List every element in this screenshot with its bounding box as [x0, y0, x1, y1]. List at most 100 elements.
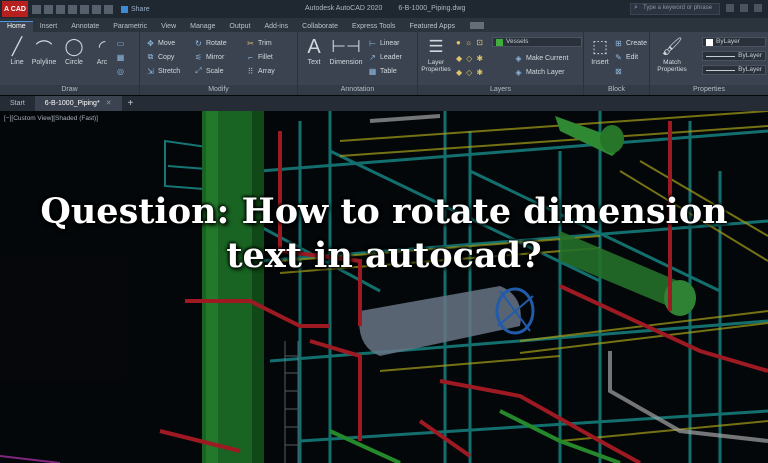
window-title: Autodesk AutoCAD 2020 6-B-1000_Piping.dw… [305, 5, 465, 12]
layer-state-icons: ● ☼ ⊡ [456, 38, 483, 47]
ribbon-toggle-button[interactable] [469, 22, 484, 29]
layer-off-icon[interactable]: ◆ [456, 54, 462, 63]
layer-unisolate-icon[interactable]: ◇ [466, 68, 472, 77]
lightbulb-icon[interactable]: ● [456, 38, 461, 47]
rotate-tool[interactable]: ↻ Rotate [194, 37, 226, 49]
unlock-icon[interactable]: ⊡ [476, 38, 483, 47]
tab-home[interactable]: Home [0, 21, 33, 32]
arc-icon: ◜ [98, 37, 106, 56]
layer-lock-icon[interactable]: ◆ [456, 68, 462, 77]
edit-block-icon: ✎ [615, 52, 622, 62]
open-file-icon[interactable] [44, 4, 53, 14]
paintbrush-icon: 🖌 [661, 37, 683, 56]
document-tabs: Start 6-B-1000_Piping* ✕ + [0, 96, 768, 111]
text-tool[interactable]: A Text [299, 36, 329, 67]
mirror-tool[interactable]: ⚟ Mirror [194, 51, 224, 63]
tab-featured-apps[interactable]: Featured Apps [402, 23, 462, 32]
layer-properties-tool[interactable]: ☰ Layer Properties [420, 36, 452, 73]
stretch-tool[interactable]: ⇲ Stretch [146, 65, 180, 77]
fillet-tool[interactable]: ⌐ Fillet [246, 51, 273, 63]
dimension-tool[interactable]: ⊢⊣ Dimension [328, 36, 364, 66]
layers-panel-title[interactable]: Layers [418, 85, 583, 95]
match-layer-button[interactable]: ◈ Match Layer [514, 66, 564, 78]
make-current-button[interactable]: ◈ Make Current [514, 52, 568, 64]
move-tool[interactable]: ✥ Move [146, 37, 175, 49]
tab-insert[interactable]: Insert [33, 23, 65, 32]
linear-dimension-tool[interactable]: ⊢ Linear [368, 37, 399, 49]
tab-add-ins[interactable]: Add-ins [257, 23, 295, 32]
modify-panel-title[interactable]: Modify [140, 85, 297, 95]
share-button[interactable]: Share [121, 5, 150, 13]
new-tab-button[interactable]: + [128, 98, 134, 109]
new-file-icon[interactable] [32, 4, 41, 14]
layer-tool-icons-row2: ◆ ◇ ✱ [456, 68, 483, 77]
rectangle-icon: ▭ [116, 38, 125, 48]
arc-tool[interactable]: ◜ Arc [87, 36, 117, 66]
copy-tool[interactable]: ⧉ Copy [146, 51, 175, 63]
array-icon: ⠿ [247, 66, 254, 76]
tab-express-tools[interactable]: Express Tools [345, 23, 402, 32]
properties-panel-title[interactable]: Properties [650, 85, 768, 95]
layer-freeze-icon[interactable]: ✱ [476, 54, 483, 63]
leader-tool[interactable]: ↗ Leader [368, 51, 402, 63]
tab-output[interactable]: Output [222, 23, 257, 32]
save-icon[interactable] [56, 4, 65, 14]
layer-isolate-icon[interactable]: ◇ [466, 54, 472, 63]
edit-block-button[interactable]: ✎ Edit [614, 51, 638, 63]
exchange-icon[interactable] [740, 4, 748, 12]
lineweight-dropdown[interactable]: ByLayer [702, 51, 766, 61]
search-input[interactable]: Type a keyword or phrase [630, 3, 720, 15]
layer-dropdown[interactable]: Vessels [492, 37, 582, 47]
drawing-tab[interactable]: 6-B-1000_Piping* ✕ [34, 96, 122, 111]
save-as-icon[interactable] [68, 4, 77, 14]
linetype-dropdown[interactable]: ByLayer [702, 65, 766, 75]
move-icon: ✥ [147, 38, 154, 48]
tab-manage[interactable]: Manage [183, 23, 222, 32]
tab-parametric[interactable]: Parametric [106, 23, 154, 32]
scale-tool[interactable]: ⤢ Scale [194, 65, 223, 77]
block-attributes-button[interactable]: ⊠ [614, 65, 623, 77]
match-properties-tool[interactable]: 🖌 Match Properties [654, 36, 690, 73]
mirror-icon: ⚟ [194, 52, 203, 62]
boundary-tool[interactable]: ◎ [116, 65, 125, 77]
trim-tool[interactable]: ✂ Trim [246, 37, 272, 49]
tab-collaborate[interactable]: Collaborate [295, 23, 345, 32]
rectangle-tool[interactable]: ▭ [116, 37, 125, 49]
user-icon[interactable] [726, 4, 734, 12]
drawing-viewport[interactable]: [−][Custom View][Shaded (Fast)] [0, 111, 768, 463]
trim-icon: ✂ [247, 38, 254, 48]
array-tool[interactable]: ⠿ Array [246, 65, 275, 77]
close-tab-icon[interactable]: ✕ [106, 100, 112, 107]
hatch-tool[interactable]: ▦ [116, 51, 125, 63]
layers-panel: ☰ Layer Properties ● ☼ ⊡ Vessels ◆ ◇ ✱ ◈… [418, 32, 584, 95]
viewport-controls[interactable]: [−][Custom View][Shaded (Fast)] [4, 115, 98, 122]
lineweight-preview [706, 55, 736, 57]
polyline-icon: ⌒ [35, 39, 53, 59]
layer-thaw-icon[interactable]: ✱ [476, 68, 483, 77]
tab-annotate[interactable]: Annotate [64, 23, 106, 32]
table-tool[interactable]: ▦ Table [368, 65, 397, 77]
share-icon [121, 5, 128, 13]
color-dropdown[interactable]: ByLayer [702, 37, 766, 47]
line-tool[interactable]: ╱ Line [2, 36, 32, 66]
block-panel-title[interactable]: Block [584, 85, 649, 95]
redo-icon[interactable] [104, 4, 113, 14]
circle-tool[interactable]: ◯ Circle [59, 36, 89, 66]
overlay-dim [0, 111, 768, 463]
block-panel: ⬚ Insert ⊞ Create ✎ Edit ⊠ Block [584, 32, 650, 95]
sun-icon[interactable]: ☼ [465, 38, 472, 47]
insert-block-tool[interactable]: ⬚ Insert [585, 36, 615, 66]
start-tab[interactable]: Start [0, 96, 35, 111]
autocad-logo[interactable]: A CAD [2, 1, 28, 17]
create-block-button[interactable]: ⊞ Create [614, 37, 647, 49]
help-icon[interactable] [754, 4, 762, 12]
headline-line-1: Question: How to rotate dimension [40, 191, 728, 232]
tab-view[interactable]: View [154, 23, 183, 32]
undo-icon[interactable] [92, 4, 101, 14]
draw-panel-title[interactable]: Draw [0, 85, 139, 95]
ribbon-tabs: Home Insert Annotate Parametric View Man… [0, 18, 768, 32]
plot-icon[interactable] [80, 4, 89, 14]
annotation-panel-title[interactable]: Annotation [298, 85, 417, 95]
layer-color-swatch [496, 38, 503, 46]
polyline-tool[interactable]: ⌒ Polyline [29, 36, 59, 67]
